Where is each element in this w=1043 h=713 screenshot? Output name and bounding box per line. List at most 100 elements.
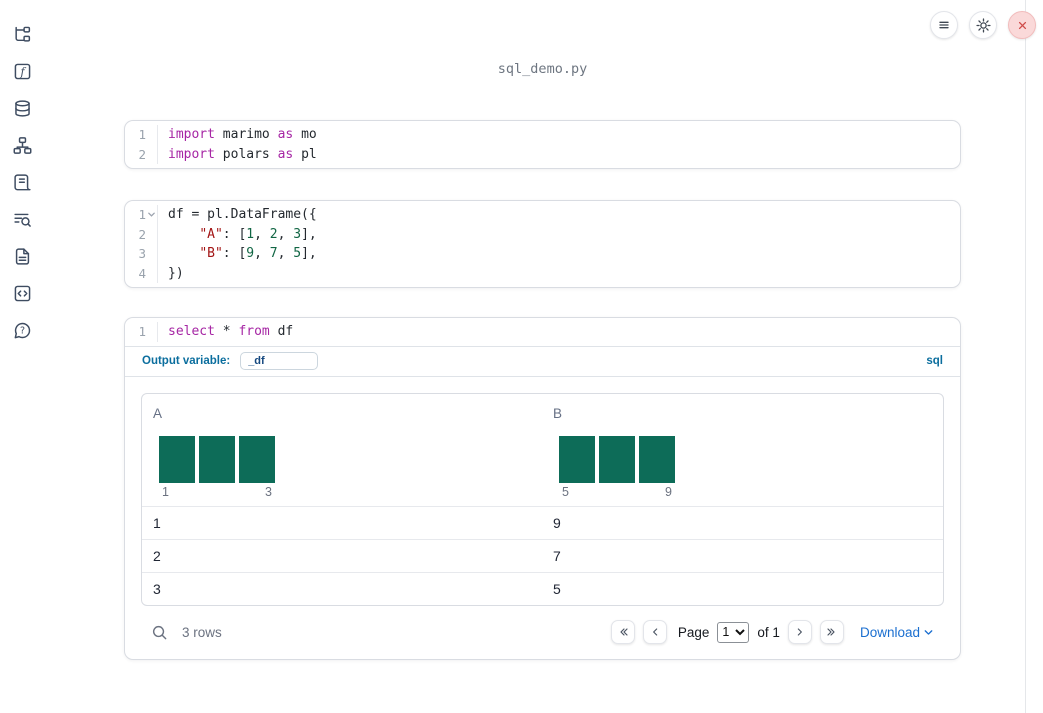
sidebar-item-dependency-graph[interactable] bbox=[12, 135, 32, 155]
histogram-bar bbox=[559, 435, 595, 483]
output-variable-input[interactable] bbox=[240, 352, 319, 370]
chevron-down-icon bbox=[924, 629, 933, 635]
row-count: 3 rows bbox=[182, 624, 222, 640]
code-line-text: import polars as pl bbox=[158, 145, 317, 165]
svg-text:f: f bbox=[19, 65, 26, 78]
code-line-text: df = pl.DataFrame({ bbox=[158, 205, 317, 225]
table-row: 2 7 bbox=[142, 538, 943, 572]
sidebar-item-help[interactable]: ? bbox=[12, 320, 32, 340]
code-token: , bbox=[277, 246, 294, 261]
code-token: df = pl.DataFrame({ bbox=[168, 207, 317, 222]
code-line-text: "A": [1, 2, 3], bbox=[158, 225, 316, 245]
file-tree-icon bbox=[14, 26, 30, 42]
code-line-text: "B": [9, 7, 5], bbox=[158, 244, 316, 264]
code-token: 3 bbox=[293, 226, 302, 242]
line-number: 3 bbox=[138, 246, 146, 261]
language-badge: sql bbox=[926, 355, 943, 367]
notebook-area: sql_demo.py 1 import marimo as mo 2 impo… bbox=[124, 0, 961, 660]
table-cell: 2 bbox=[153, 547, 161, 564]
line-gutter: 2 bbox=[125, 144, 158, 164]
code-token: as bbox=[277, 146, 294, 162]
code-token: , bbox=[254, 246, 270, 261]
code-token: , bbox=[277, 226, 294, 242]
chevrons-left-icon bbox=[620, 628, 628, 636]
code-token: 7 bbox=[269, 246, 278, 261]
column-label[interactable]: A bbox=[153, 406, 162, 421]
output-variable-label: Output variable: bbox=[142, 355, 231, 367]
code-editor[interactable]: 1 df = pl.DataFrame({ 2 "A": [1, 2, 3], … bbox=[125, 201, 960, 287]
line-number: 2 bbox=[138, 146, 146, 162]
line-number: 1 bbox=[138, 207, 146, 222]
list-search-icon bbox=[13, 213, 31, 227]
line-gutter: 1 bbox=[125, 125, 158, 145]
file-text-icon bbox=[15, 247, 29, 265]
settings-button[interactable] bbox=[969, 11, 997, 39]
output-variable-row: Output variable: sql bbox=[125, 345, 960, 376]
code-cell-imports: 1 import marimo as mo 2 import polars as… bbox=[124, 120, 961, 169]
gear-icon bbox=[975, 17, 991, 33]
next-page-button[interactable] bbox=[787, 620, 812, 644]
database-icon bbox=[14, 99, 30, 117]
search-icon bbox=[152, 625, 167, 639]
code-line-text: import marimo as mo bbox=[158, 125, 317, 145]
sidebar-item-file-explorer[interactable] bbox=[12, 24, 32, 44]
code-line-text: }) bbox=[158, 264, 184, 284]
line-gutter: 1 bbox=[125, 322, 158, 342]
first-page-button[interactable] bbox=[610, 620, 635, 644]
line-number: 2 bbox=[138, 226, 146, 242]
sidebar-item-documentation[interactable] bbox=[12, 246, 32, 266]
download-button[interactable]: Download bbox=[860, 625, 934, 640]
sidebar-item-variables[interactable]: f bbox=[12, 61, 32, 81]
table-footer: 3 rows Page 1 of 1 Download bbox=[141, 606, 944, 659]
line-gutter: 2 bbox=[125, 224, 158, 244]
page-of-label: of 1 bbox=[757, 624, 780, 640]
code-line: 3 "B": [9, 7, 5], bbox=[125, 244, 960, 264]
sql-output-area: A 1 3 B 5 9 1 9 2 7 3 5 3 rows Page 1 of… bbox=[125, 375, 960, 659]
histogram-max-label: 3 bbox=[265, 484, 272, 499]
line-gutter: 4 bbox=[125, 263, 158, 283]
line-number: 1 bbox=[138, 127, 146, 142]
line-number: 4 bbox=[138, 265, 146, 281]
function-square-icon: f bbox=[14, 63, 30, 79]
table-header: A 1 3 B 5 9 bbox=[142, 394, 943, 506]
table-cell: 9 bbox=[553, 514, 561, 531]
code-token: 1 bbox=[246, 226, 255, 242]
chevron-left-icon bbox=[652, 628, 658, 636]
column-histogram: 1 3 bbox=[159, 435, 275, 499]
sidebar-item-scratchpad[interactable] bbox=[12, 283, 32, 303]
sidebar-item-snippets[interactable] bbox=[12, 209, 32, 229]
code-editor[interactable]: 1 import marimo as mo 2 import polars as… bbox=[125, 121, 960, 168]
page-label: Page bbox=[677, 624, 710, 640]
code-line: 2 import polars as pl bbox=[125, 144, 960, 165]
line-gutter: 1 bbox=[125, 205, 158, 225]
code-token: 5 bbox=[293, 246, 302, 261]
dependency-graph-icon bbox=[13, 136, 31, 154]
shutdown-button[interactable] bbox=[1008, 11, 1036, 39]
line-number: 1 bbox=[138, 324, 146, 339]
code-line: 2 "A": [1, 2, 3], bbox=[125, 224, 960, 245]
fold-chevron-icon[interactable] bbox=[147, 210, 156, 219]
last-page-button[interactable] bbox=[819, 620, 844, 644]
code-token: import bbox=[168, 146, 215, 162]
code-token: marimo bbox=[214, 127, 278, 142]
code-token: : [ bbox=[222, 246, 247, 261]
sidebar-item-logs[interactable] bbox=[12, 172, 32, 192]
histogram-bar bbox=[159, 435, 195, 483]
sidebar-item-data-sources[interactable] bbox=[12, 98, 32, 118]
code-token: "B" bbox=[199, 246, 223, 261]
code-token: as bbox=[277, 127, 294, 142]
right-edge-divider bbox=[1025, 0, 1026, 713]
notebook-menu-button[interactable] bbox=[930, 11, 958, 39]
table-search-button[interactable] bbox=[151, 623, 169, 641]
column-label[interactable]: B bbox=[553, 406, 562, 421]
line-gutter: 3 bbox=[125, 244, 158, 264]
code-token: mo bbox=[293, 127, 317, 142]
sql-editor[interactable]: 1 select * from df bbox=[125, 318, 960, 346]
page-select[interactable]: 1 bbox=[717, 621, 750, 643]
histogram-bar bbox=[239, 435, 275, 483]
previous-page-button[interactable] bbox=[642, 620, 667, 644]
code-line: 4 }) bbox=[125, 263, 960, 284]
scroll-icon bbox=[13, 173, 31, 190]
column-header-b: B 5 9 bbox=[542, 394, 943, 506]
